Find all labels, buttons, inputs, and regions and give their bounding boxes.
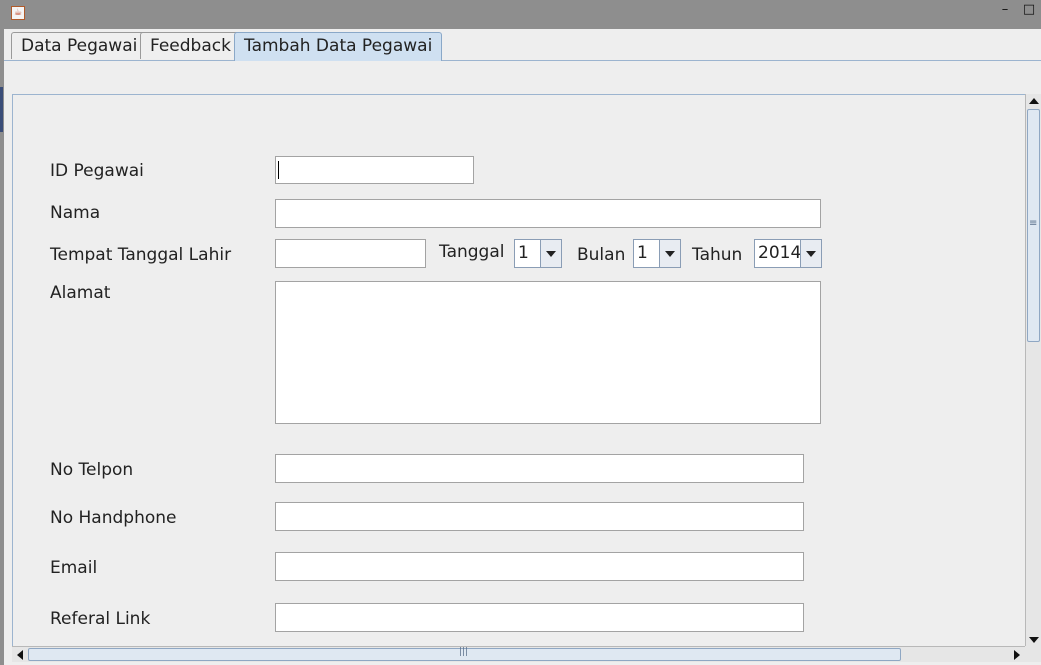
chevron-down-icon[interactable] [540, 240, 561, 267]
scroll-up-icon[interactable] [1029, 98, 1039, 104]
tab-data-pegawai[interactable]: Data Pegawai [11, 32, 148, 59]
bulan-selected: 1 [637, 243, 648, 263]
chevron-down-icon[interactable] [659, 240, 680, 267]
tab-bar: Data Pegawai Feedback Tambah Data Pegawa… [4, 29, 1041, 61]
tahun-selected: 2014 [758, 243, 802, 263]
window-edge-mark [0, 87, 3, 132]
tahun-label: Tahun [692, 245, 743, 265]
vertical-scroll-thumb[interactable] [1027, 109, 1040, 342]
text-caret [278, 161, 279, 179]
bulan-label: Bulan [577, 245, 626, 265]
alamat-label: Alamat [50, 283, 111, 303]
java-app-icon: ☕ [11, 6, 25, 20]
no-telpon-input[interactable] [275, 454, 804, 483]
horizontal-scrollbar[interactable] [12, 646, 1025, 662]
id-pegawai-input[interactable] [275, 156, 474, 184]
scroll-left-icon[interactable] [17, 650, 23, 660]
tempat-tanggal-lahir-label: Tempat Tanggal Lahir [50, 245, 232, 265]
tanggal-combo[interactable]: 1 [514, 239, 562, 268]
chevron-down-icon[interactable] [800, 240, 821, 267]
minimize-button[interactable]: – [998, 3, 1012, 17]
no-handphone-input[interactable] [275, 502, 804, 531]
scroll-down-icon[interactable] [1029, 637, 1039, 643]
email-input[interactable] [275, 552, 804, 581]
bulan-combo[interactable]: 1 [633, 239, 681, 268]
nama-label: Nama [50, 203, 101, 223]
nama-input[interactable] [275, 199, 821, 228]
id-pegawai-label: ID Pegawai [50, 161, 144, 181]
no-telpon-label: No Telpon [50, 460, 134, 480]
no-handphone-label: No Handphone [50, 508, 177, 528]
maximize-button[interactable]: □ [1022, 3, 1036, 17]
window-title-bar: ☕ – □ [0, 0, 1041, 29]
tempat-lahir-input[interactable] [275, 239, 426, 268]
tahun-combo[interactable]: 2014 [754, 239, 822, 268]
scroll-right-icon[interactable] [1014, 650, 1020, 660]
window-left-edge [0, 29, 4, 665]
vertical-scrollbar[interactable] [1025, 94, 1041, 649]
alamat-textarea[interactable] [275, 281, 821, 424]
referal-link-input[interactable] [275, 603, 804, 632]
referal-link-label: Referal Link [50, 609, 151, 629]
email-label: Email [50, 558, 98, 578]
tanggal-label: Tanggal [439, 242, 505, 262]
tab-feedback[interactable]: Feedback [140, 32, 241, 59]
scrollbar-corner [1025, 646, 1041, 662]
tab-tambah-data-pegawai[interactable]: Tambah Data Pegawai [234, 32, 443, 61]
tanggal-selected: 1 [518, 243, 529, 263]
horizontal-scroll-thumb[interactable] [28, 647, 901, 661]
